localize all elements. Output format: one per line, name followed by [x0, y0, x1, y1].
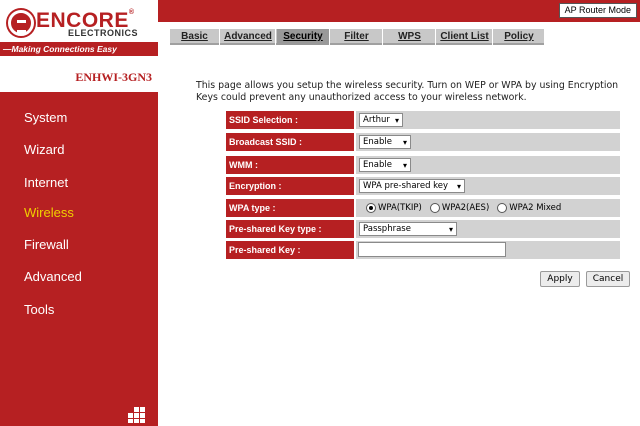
- ssid-selection-value: Arthur: [363, 115, 390, 125]
- wmm-label: WMM :: [226, 156, 354, 174]
- top-bar: AP Router Mode: [158, 0, 640, 22]
- logo-subtitle: ELECTRONICS: [68, 28, 139, 38]
- ssid-selection-cell: Arthur ▾: [356, 111, 620, 129]
- chevron-down-icon: ▾: [402, 161, 407, 170]
- nav-item-wireless[interactable]: Wireless: [24, 205, 74, 220]
- psk-type-select[interactable]: Passphrase ▾: [359, 222, 457, 236]
- wpa-tkip-radio[interactable]: [366, 203, 376, 213]
- tab-security[interactable]: Security: [277, 29, 330, 45]
- wmm-cell: Enable ▾: [356, 156, 620, 174]
- row-ssid-selection: SSID Selection : Arthur ▾: [226, 111, 620, 129]
- row-psk: Pre-shared Key :: [226, 241, 620, 259]
- model-name: ENHWI-3GN3: [75, 70, 152, 84]
- nav-item-internet[interactable]: Internet: [24, 175, 68, 190]
- psk-cell: [356, 241, 620, 259]
- nav-item-system[interactable]: System: [24, 110, 67, 125]
- logo-registered-mark: ®: [128, 9, 135, 16]
- encryption-cell: WPA pre-shared key ▾: [356, 177, 620, 195]
- row-wpa-type: WPA type : WPA(TKIP) WPA2(AES) WPA2 Mixe…: [226, 199, 620, 217]
- nav-item-advanced[interactable]: Advanced: [24, 269, 82, 284]
- psk-type-label: Pre-shared Key type :: [226, 220, 354, 238]
- tab-advanced[interactable]: Advanced: [221, 29, 276, 45]
- chevron-down-icon: ▾: [394, 116, 399, 125]
- chevron-down-icon: ▾: [402, 138, 407, 147]
- psk-type-cell: Passphrase ▾: [356, 220, 620, 238]
- nav-item-wizard[interactable]: Wizard: [24, 142, 64, 157]
- nav-item-firewall[interactable]: Firewall: [24, 237, 69, 252]
- wpa-tkip-label: WPA(TKIP): [378, 203, 422, 213]
- row-encryption: Encryption : WPA pre-shared key ▾: [226, 177, 620, 195]
- wmm-select[interactable]: Enable ▾: [359, 158, 411, 172]
- psk-label: Pre-shared Key :: [226, 241, 354, 259]
- tab-policy[interactable]: Policy: [494, 29, 544, 45]
- wpa2-mixed-radio[interactable]: [497, 203, 508, 213]
- tab-client-list[interactable]: Client List: [437, 29, 493, 45]
- broadcast-ssid-label: Broadcast SSID :: [226, 133, 354, 151]
- psk-type-value: Passphrase: [363, 224, 411, 234]
- logo-area: ENCORE® ELECTRONICS —Making Connections …: [0, 0, 158, 92]
- tab-basic[interactable]: Basic: [170, 29, 220, 45]
- broadcast-ssid-select[interactable]: Enable ▾: [359, 135, 411, 149]
- wpa-type-label: WPA type :: [226, 199, 354, 217]
- row-wmm: WMM : Enable ▾: [226, 156, 620, 174]
- broadcast-ssid-cell: Enable ▾: [356, 133, 620, 151]
- nav-item-tools[interactable]: Tools: [24, 302, 54, 317]
- ssid-selection-label: SSID Selection :: [226, 111, 354, 129]
- tab-bar: Basic Advanced Security Filter WPS Clien…: [170, 29, 544, 45]
- encryption-label: Encryption :: [226, 177, 354, 195]
- encryption-select[interactable]: WPA pre-shared key ▾: [359, 179, 465, 193]
- encore-logo-icon: [8, 10, 34, 36]
- tagline: —Making Connections Easy: [0, 42, 158, 56]
- tab-wps[interactable]: WPS: [384, 29, 436, 45]
- grid-icon: [128, 407, 152, 423]
- chevron-down-icon: ▾: [456, 182, 461, 191]
- intro-text: This page allows you setup the wireless …: [196, 80, 619, 103]
- wpa2-aes-label: WPA2(AES): [441, 203, 490, 213]
- wmm-value: Enable: [363, 160, 392, 170]
- mode-badge: AP Router Mode: [558, 3, 637, 18]
- wpa2-aes-radio[interactable]: [429, 203, 440, 213]
- apply-button[interactable]: Apply: [540, 271, 580, 287]
- chevron-down-icon: ▾: [448, 225, 453, 234]
- wpa2-mixed-label: WPA2 Mixed: [509, 203, 562, 213]
- encryption-value: WPA pre-shared key: [363, 181, 449, 191]
- cancel-button[interactable]: Cancel: [586, 271, 630, 287]
- tab-filter[interactable]: Filter: [331, 29, 383, 45]
- wpa-type-cell: WPA(TKIP) WPA2(AES) WPA2 Mixed: [356, 199, 620, 217]
- ssid-selection-select[interactable]: Arthur ▾: [359, 113, 403, 127]
- wpa-type-radio-group: WPA(TKIP) WPA2(AES) WPA2 Mixed: [366, 202, 569, 214]
- psk-input[interactable]: [358, 242, 506, 257]
- row-broadcast-ssid: Broadcast SSID : Enable ▾: [226, 133, 620, 151]
- sidebar: ENCORE® ELECTRONICS —Making Connections …: [0, 0, 158, 426]
- row-psk-type: Pre-shared Key type : Passphrase ▾: [226, 220, 620, 238]
- broadcast-ssid-value: Enable: [363, 137, 392, 147]
